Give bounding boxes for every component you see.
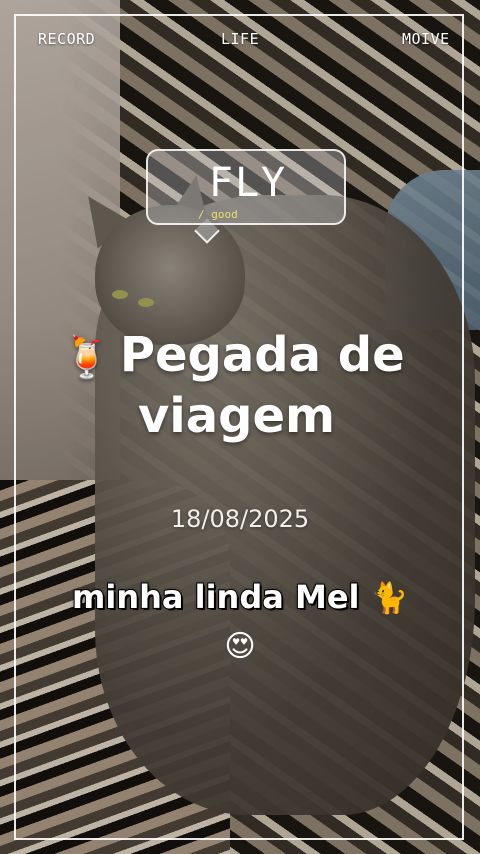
caption-text: minha linda Mel bbox=[71, 577, 360, 617]
headline-line2: viagem bbox=[138, 388, 336, 444]
caption: minha linda Mel 🐈 😍 bbox=[40, 574, 440, 670]
cocktail-emoji-icon: 🍹 bbox=[62, 335, 112, 381]
cat-emoji-icon: 🐈 bbox=[370, 581, 408, 616]
moive-label: MOIVE bbox=[402, 30, 450, 48]
headline: 🍹 Pegada de viagem bbox=[62, 326, 462, 445]
story-canvas: RECORD LIFE MOIVE FLY / good 🍹 Pegada de … bbox=[0, 0, 480, 854]
top-labels: RECORD LIFE MOIVE bbox=[0, 30, 480, 50]
heart-eyes-emoji-icon: 😍 bbox=[224, 629, 256, 664]
record-label: RECORD bbox=[38, 30, 96, 48]
life-label: LIFE bbox=[221, 30, 260, 48]
bubble-subtitle: / good bbox=[198, 208, 238, 221]
speech-bubble: FLY / good bbox=[146, 149, 346, 225]
headline-line1: Pegada de bbox=[119, 327, 405, 383]
date-text: 18/08/2025 bbox=[170, 505, 310, 533]
bubble-title: FLY bbox=[208, 160, 288, 206]
